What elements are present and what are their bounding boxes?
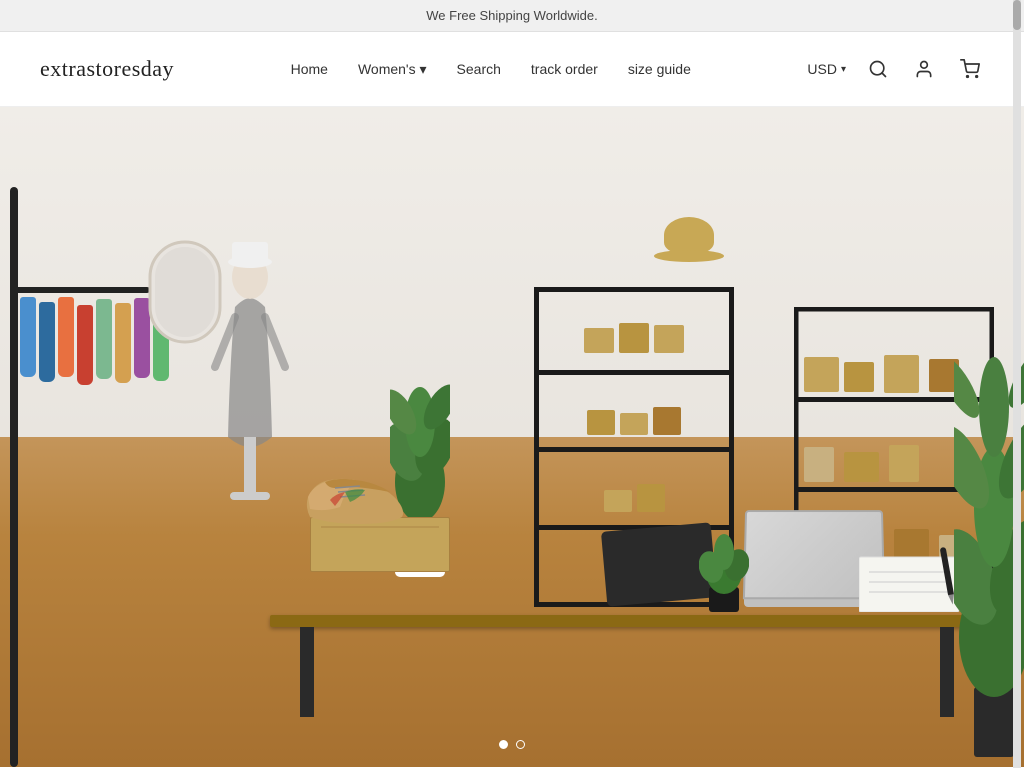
- nav-home[interactable]: Home: [291, 61, 328, 77]
- desk: [270, 615, 984, 717]
- mirror: [145, 237, 225, 347]
- slider-dot-2[interactable]: [516, 740, 525, 749]
- hero-section: [0, 107, 1024, 767]
- main-nav: Home Women's ▾ Search track order size g…: [291, 61, 691, 78]
- header: extrastoresday Home Women's ▾ Search tra…: [0, 32, 1024, 107]
- currency-label: USD: [807, 61, 837, 77]
- nav-womens[interactable]: Women's ▾: [358, 61, 427, 78]
- cart-button[interactable]: [956, 55, 984, 83]
- currency-selector[interactable]: USD ▾: [807, 61, 846, 77]
- scrollbar-thumb[interactable]: [1013, 0, 1021, 30]
- shoe-display: [310, 517, 450, 572]
- header-icons: USD ▾: [807, 55, 984, 83]
- top-banner: We Free Shipping Worldwide.: [0, 0, 1024, 32]
- currency-chevron-icon: ▾: [841, 64, 846, 75]
- desk-plant: [699, 532, 749, 612]
- notebook: [859, 547, 969, 612]
- nav-search[interactable]: Search: [457, 61, 501, 77]
- nav-size-guide[interactable]: size guide: [628, 61, 691, 77]
- hero-scene: [0, 107, 1024, 767]
- search-button[interactable]: [864, 55, 892, 83]
- banner-text: We Free Shipping Worldwide.: [426, 8, 598, 23]
- slider-dot-1[interactable]: [499, 740, 508, 749]
- account-button[interactable]: [910, 55, 938, 83]
- womens-chevron-icon: ▾: [420, 61, 427, 77]
- logo[interactable]: extrastoresday: [40, 56, 174, 82]
- wall-hat: [654, 217, 724, 262]
- nav-track-order[interactable]: track order: [531, 61, 598, 77]
- clipboard: [604, 527, 714, 602]
- scrollbar: [1013, 0, 1021, 768]
- slider-dots: [499, 740, 525, 749]
- nav-womens-label: Women's: [358, 61, 416, 77]
